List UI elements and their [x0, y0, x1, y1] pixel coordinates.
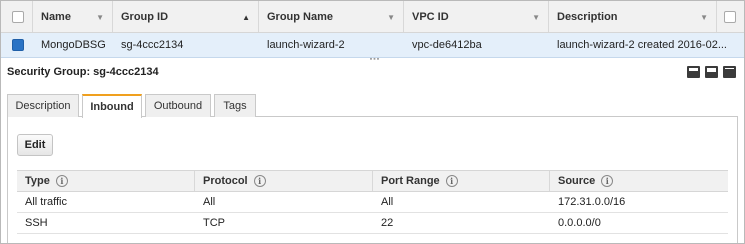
col-name-header[interactable]: Name ▼ [33, 1, 113, 32]
cell-vpc-id[interactable]: vpc-de6412ba [404, 33, 549, 57]
col-group-name-header[interactable]: Group Name ▼ [259, 1, 404, 32]
rules-col-port-range-label: Port Range [381, 175, 440, 187]
rule-port-range: 22 [381, 217, 394, 229]
info-icon[interactable]: i [55, 175, 68, 187]
cell-description[interactable]: launch-wizard-2 created 2016-02... [549, 33, 739, 57]
row-checkbox-checked[interactable] [12, 39, 24, 51]
security-group-title: Security Group: sg-4ccc2134 [7, 66, 159, 78]
tab-inbound[interactable]: Inbound [82, 94, 142, 118]
tab-description[interactable]: Description [7, 94, 79, 117]
info-icon[interactable]: i [445, 175, 458, 187]
rules-col-type[interactable]: Type i [17, 171, 195, 191]
rule-type: SSH [25, 217, 48, 229]
table-row[interactable]: MongoDBSG sg-4ccc2134 launch-wizard-2 vp… [1, 33, 744, 58]
sort-desc-icon[interactable]: ▼ [96, 13, 104, 22]
col-vpc-id-label: VPC ID [412, 10, 449, 23]
tab-tags[interactable]: Tags [214, 94, 256, 117]
column-settings-cell[interactable] [717, 1, 744, 32]
rule-source: 0.0.0.0/0 [558, 217, 601, 229]
rules-col-protocol-label: Protocol [203, 175, 248, 187]
select-all-checkbox[interactable] [12, 10, 24, 23]
cell-name[interactable]: MongoDBSG [33, 33, 113, 57]
col-group-id-header[interactable]: Group ID ▲ [113, 1, 259, 32]
rules-col-type-label: Type [25, 175, 50, 187]
rules-col-port-range[interactable]: Port Range i [373, 171, 550, 191]
rules-col-source-label: Source [558, 175, 596, 187]
col-group-name-label: Group Name [267, 10, 334, 23]
col-group-id-label: Group ID [121, 10, 169, 23]
panel-bottom-icon[interactable] [687, 66, 700, 78]
col-name-label: Name [41, 10, 71, 23]
rule-port-range: All [381, 196, 394, 208]
sort-desc-icon[interactable]: ▼ [700, 13, 708, 22]
cell-group-name[interactable]: launch-wizard-2 [259, 33, 404, 57]
table-row: SSH TCP 22 0.0.0.0/0 [17, 213, 728, 234]
rules-col-source[interactable]: Source i [550, 171, 728, 191]
panel-resize-handle[interactable]: ▪▪▪ [364, 56, 386, 63]
sort-desc-icon[interactable]: ▼ [532, 13, 540, 22]
col-description-header[interactable]: Description ▼ [549, 1, 717, 32]
col-description-label: Description [557, 10, 618, 23]
edit-button[interactable]: Edit [17, 134, 53, 156]
info-icon[interactable]: i [601, 175, 614, 187]
security-groups-window: Name ▼ Group ID ▲ Group Name ▼ VPC ID ▼ … [0, 0, 745, 244]
row-select-cell[interactable] [1, 33, 33, 57]
cell-group-id[interactable]: sg-4ccc2134 [113, 33, 259, 57]
column-settings-checkbox[interactable] [724, 10, 736, 23]
table-row: All traffic All All 172.31.0.0/16 [17, 192, 728, 213]
sort-asc-icon[interactable]: ▲ [242, 13, 250, 22]
rules-col-protocol[interactable]: Protocol i [195, 171, 373, 191]
rule-protocol: All [203, 196, 216, 208]
rule-type: All traffic [25, 196, 67, 208]
rules-header: Type i Protocol i Port Range i Source i [17, 170, 728, 192]
info-icon[interactable]: i [253, 175, 266, 187]
panel-full-icon[interactable] [723, 66, 736, 78]
panel-split-icon[interactable] [705, 66, 718, 78]
col-vpc-id-header[interactable]: VPC ID ▼ [404, 1, 549, 32]
rule-protocol: TCP [203, 217, 225, 229]
inbound-rules-table: Type i Protocol i Port Range i Source i … [17, 170, 728, 234]
sort-desc-icon[interactable]: ▼ [387, 13, 395, 22]
layout-switcher [687, 66, 736, 78]
select-all-cell[interactable] [1, 1, 33, 32]
rule-source: 172.31.0.0/16 [558, 196, 626, 208]
tab-outbound[interactable]: Outbound [145, 94, 211, 117]
list-table-header: Name ▼ Group ID ▲ Group Name ▼ VPC ID ▼ … [1, 1, 744, 33]
